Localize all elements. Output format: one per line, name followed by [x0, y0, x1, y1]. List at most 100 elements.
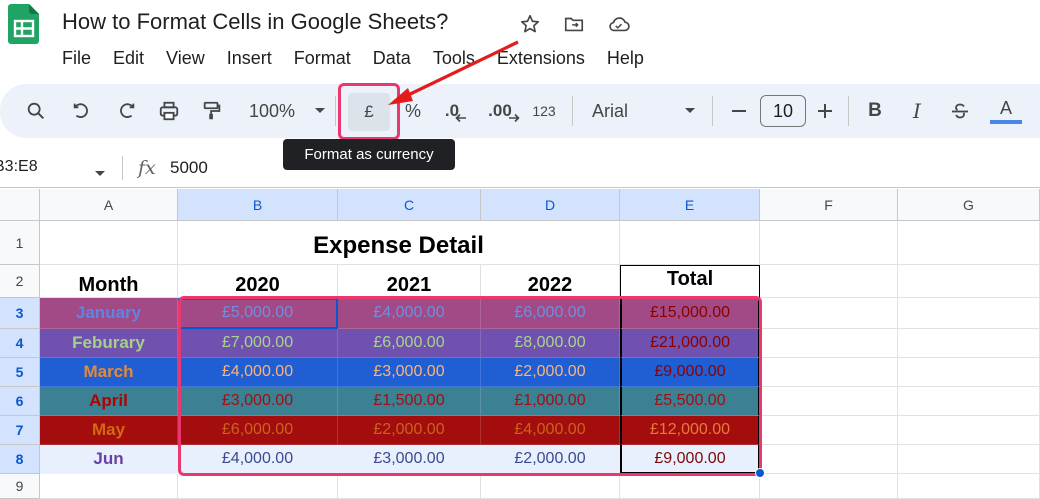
cell[interactable] [760, 298, 898, 329]
cell[interactable] [898, 416, 1040, 445]
strikethrough-icon[interactable] [946, 84, 974, 138]
cell[interactable] [898, 387, 1040, 416]
cell[interactable] [178, 474, 338, 499]
cell[interactable] [898, 221, 1040, 265]
value-cell[interactable]: £2,000.00 [338, 416, 481, 445]
cell[interactable] [481, 474, 620, 499]
paint-format-icon[interactable] [196, 84, 228, 138]
fill-handle[interactable] [755, 468, 765, 478]
font-size-input[interactable]: 10 [760, 95, 806, 127]
column-label-month[interactable]: Month [40, 265, 178, 298]
column-label-2022[interactable]: 2022 [481, 265, 620, 298]
cell[interactable] [760, 445, 898, 474]
total-cell[interactable]: £15,000.00 [620, 298, 760, 329]
cell[interactable] [620, 474, 760, 499]
formula-input[interactable]: 5000 [170, 158, 208, 178]
column-label-total[interactable]: Total [620, 265, 760, 298]
column-header-d[interactable]: D [481, 189, 620, 221]
print-icon[interactable] [153, 84, 185, 138]
row-header-7[interactable]: 7 [0, 416, 40, 445]
more-formats-button[interactable]: 123 [528, 84, 560, 138]
cell[interactable] [760, 358, 898, 387]
redo-icon[interactable] [110, 84, 142, 138]
column-header-f[interactable]: F [760, 189, 898, 221]
value-cell[interactable]: £3,000.00 [178, 387, 338, 416]
value-cell[interactable]: £2,000.00 [481, 445, 620, 474]
column-header-a[interactable]: A [40, 189, 178, 221]
column-header-g[interactable]: G [898, 189, 1040, 221]
value-cell[interactable]: £5,000.00 [178, 298, 338, 329]
value-cell[interactable]: £6,000.00 [481, 298, 620, 329]
total-cell[interactable]: £21,000.00 [620, 329, 760, 358]
value-cell[interactable]: £8,000.00 [481, 329, 620, 358]
row-header-8[interactable]: 8 [0, 445, 40, 474]
value-cell[interactable]: £1,000.00 [481, 387, 620, 416]
cell[interactable] [760, 387, 898, 416]
menu-edit[interactable]: Edit [113, 48, 144, 69]
month-cell[interactable]: May [40, 416, 178, 445]
column-header-e[interactable]: E [620, 189, 760, 221]
row-header-1[interactable]: 1 [0, 221, 40, 265]
cell[interactable] [898, 298, 1040, 329]
value-cell[interactable]: £6,000.00 [178, 416, 338, 445]
zoom-select[interactable]: 100% [238, 84, 306, 138]
select-all-corner[interactable] [0, 189, 40, 221]
row-header-2[interactable]: 2 [0, 265, 40, 298]
decrease-font-size-icon[interactable] [726, 84, 752, 138]
menu-format[interactable]: Format [294, 48, 351, 69]
column-header-c[interactable]: C [338, 189, 481, 221]
search-icon[interactable] [20, 84, 52, 138]
total-cell[interactable]: £12,000.00 [620, 416, 760, 445]
increase-font-size-icon[interactable] [812, 84, 838, 138]
value-cell[interactable]: £3,000.00 [338, 358, 481, 387]
row-header-6[interactable]: 6 [0, 387, 40, 416]
text-color-button[interactable]: A [990, 84, 1022, 138]
value-cell[interactable]: £2,000.00 [481, 358, 620, 387]
zoom-dropdown-icon[interactable] [308, 84, 332, 138]
column-label-2021[interactable]: 2021 [338, 265, 481, 298]
name-box-dropdown-icon[interactable] [94, 165, 106, 183]
cell[interactable] [760, 416, 898, 445]
month-cell[interactable]: April [40, 387, 178, 416]
column-label-2020[interactable]: 2020 [178, 265, 338, 298]
cell[interactable] [760, 474, 898, 499]
total-cell[interactable]: £9,000.00 [620, 445, 760, 474]
total-cell[interactable]: £9,000.00 [620, 358, 760, 387]
value-cell[interactable]: £4,000.00 [338, 298, 481, 329]
cell[interactable] [898, 265, 1040, 298]
cell[interactable] [898, 474, 1040, 499]
name-box[interactable]: B3:E8 [0, 158, 38, 176]
menu-insert[interactable]: Insert [227, 48, 272, 69]
total-cell[interactable]: £5,500.00 [620, 387, 760, 416]
cell[interactable] [760, 221, 898, 265]
menu-view[interactable]: View [166, 48, 205, 69]
cell[interactable] [40, 474, 178, 499]
undo-icon[interactable] [66, 84, 98, 138]
menu-help[interactable]: Help [607, 48, 644, 69]
menu-file[interactable]: File [62, 48, 91, 69]
cell[interactable] [338, 474, 481, 499]
value-cell[interactable]: £4,000.00 [178, 358, 338, 387]
cell[interactable] [898, 358, 1040, 387]
cell[interactable] [760, 329, 898, 358]
move-folder-icon[interactable] [562, 12, 586, 36]
month-cell[interactable]: Jun [40, 445, 178, 474]
row-header-4[interactable]: 4 [0, 329, 40, 358]
value-cell[interactable]: £3,000.00 [338, 445, 481, 474]
cloud-saved-icon[interactable] [607, 12, 631, 36]
value-cell[interactable]: £4,000.00 [178, 445, 338, 474]
value-cell[interactable]: £6,000.00 [338, 329, 481, 358]
row-header-9[interactable]: 9 [0, 474, 40, 499]
sheet-title-cell[interactable]: Expense Detail [178, 221, 620, 265]
value-cell[interactable]: £4,000.00 [481, 416, 620, 445]
cell[interactable] [620, 221, 760, 265]
bold-icon[interactable]: B [862, 84, 888, 138]
month-cell[interactable]: March [40, 358, 178, 387]
cell[interactable] [760, 265, 898, 298]
font-dropdown-icon[interactable] [680, 84, 700, 138]
row-header-5[interactable]: 5 [0, 358, 40, 387]
cell[interactable] [40, 221, 178, 265]
value-cell[interactable]: £1,500.00 [338, 387, 481, 416]
font-select[interactable]: Arial [592, 84, 662, 138]
cell[interactable] [898, 445, 1040, 474]
